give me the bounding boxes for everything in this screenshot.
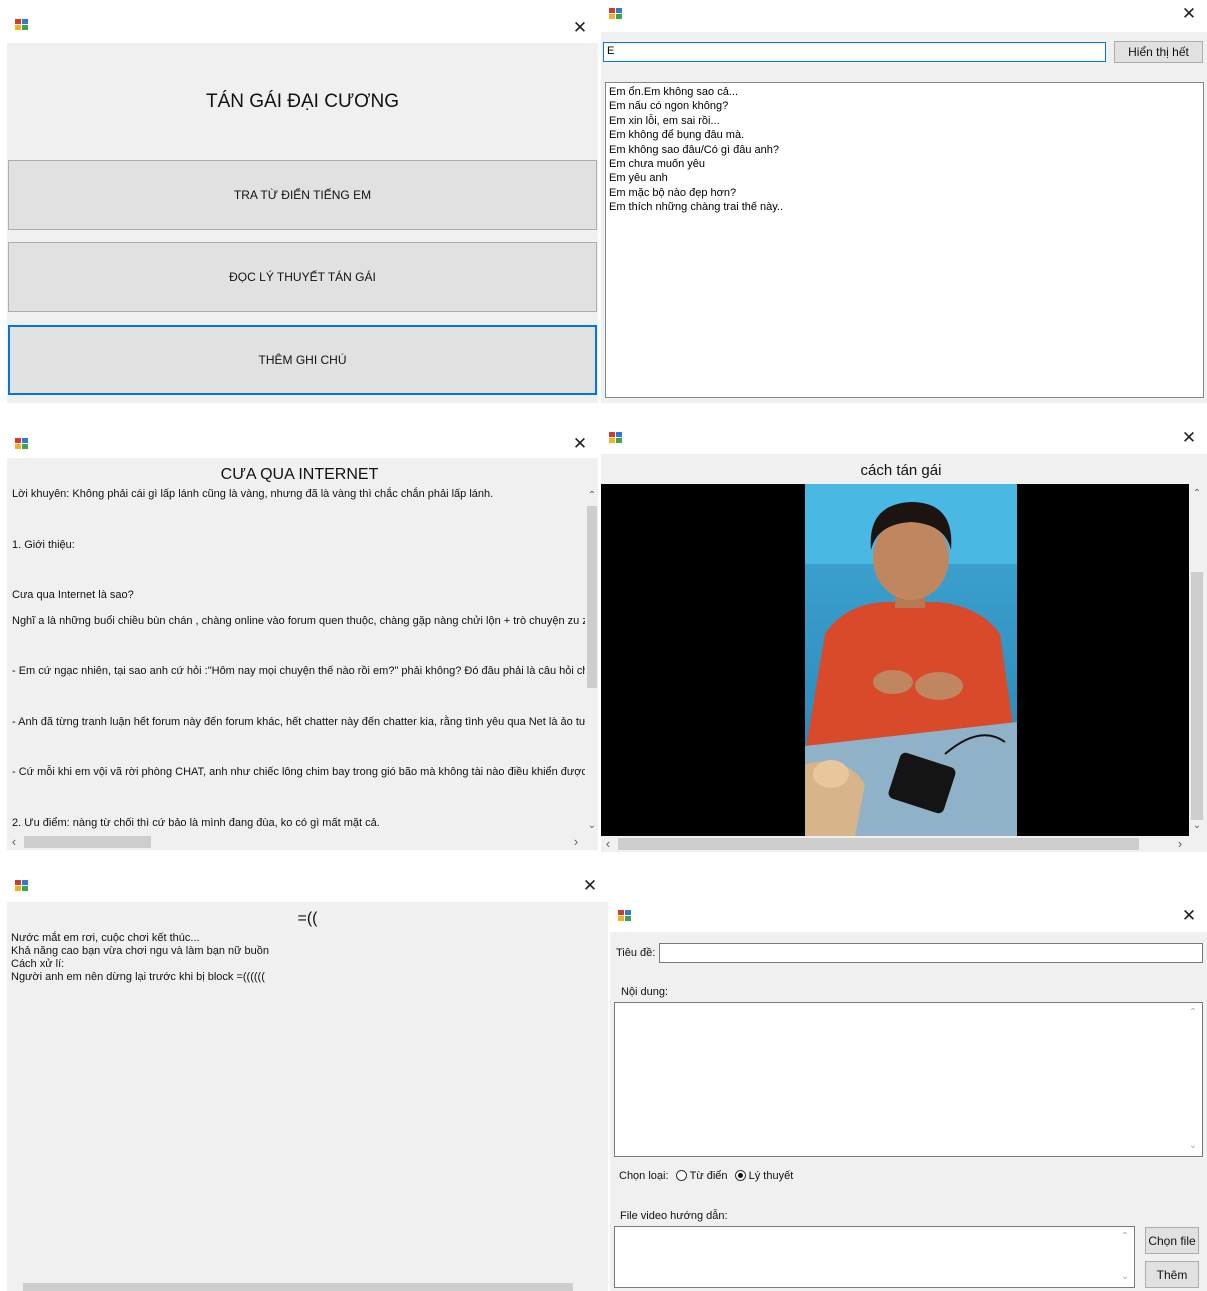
dictionary-button[interactable]: TRA TỪ ĐIỂN TIẾNG EM xyxy=(8,160,597,230)
article-line: - Em cứ ngạc nhiên, tại sao anh cứ hỏi :… xyxy=(12,665,587,677)
scroll-up-icon[interactable]: ⌃ xyxy=(585,490,598,502)
close-icon[interactable]: ✕ xyxy=(1179,428,1199,448)
scroll-thumb[interactable] xyxy=(24,836,151,848)
scroll-down-icon[interactable]: ⌄ xyxy=(585,820,598,832)
title-bar: ✕ xyxy=(7,7,598,43)
list-item[interactable]: Em xin lỗi, em sai rồi... xyxy=(609,114,1200,128)
title-bar: ✕ xyxy=(601,0,1207,32)
scroll-up-icon[interactable]: ⌃ xyxy=(1190,488,1204,500)
close-icon[interactable]: ✕ xyxy=(570,18,590,38)
page-title: TÁN GÁI ĐẠI CƯƠNG xyxy=(206,91,399,112)
title-label: Tiêu đề: xyxy=(616,947,656,959)
scroll-thumb[interactable] xyxy=(23,1283,573,1291)
title-bar: ✕ xyxy=(601,426,1207,454)
title-bar: ✕ xyxy=(7,426,598,458)
scroll-thumb[interactable] xyxy=(587,506,597,688)
app-icon xyxy=(15,880,29,892)
list-item[interactable]: Em thích những chàng trai thế này.. xyxy=(609,200,1200,214)
scroll-right-icon[interactable]: › xyxy=(569,835,583,848)
result-line: Khả năng cao bạn vừa chơi ngu và làm bạn… xyxy=(11,945,270,957)
horizontal-scrollbar[interactable]: ‹ › xyxy=(7,834,585,850)
video-file-label: File video hướng dẫn: xyxy=(620,1210,728,1222)
scroll-down-icon[interactable]: ⌄ xyxy=(1186,1140,1200,1152)
title-input[interactable] xyxy=(659,943,1203,963)
article-line: Lời khuyên: Không phải cái gì lấp lánh c… xyxy=(12,488,494,500)
scroll-up-icon[interactable]: ⌃ xyxy=(1118,1231,1132,1243)
scroll-down-icon[interactable]: ⌄ xyxy=(1118,1271,1132,1283)
article-line: Cưa qua Internet là sao? xyxy=(12,589,134,601)
video-window: ✕ cách tán gái ⌃ ⌄ ‹ › xyxy=(601,426,1207,852)
video-file-input[interactable]: ⌃ ⌄ xyxy=(614,1226,1135,1288)
close-icon[interactable]: ✕ xyxy=(570,434,590,454)
add-note-button[interactable]: THÊM GHI CHÚ xyxy=(8,325,597,395)
search-input[interactable]: E xyxy=(603,42,1106,62)
article-line: 1. Giới thiệu: xyxy=(12,539,75,551)
show-all-button[interactable]: Hiển thị hết xyxy=(1114,41,1203,63)
title-bar: ✕ xyxy=(7,870,608,902)
app-icon xyxy=(609,432,623,444)
radio-dictionary[interactable] xyxy=(675,1170,687,1181)
article-line: - Anh đã từng tranh luận hết forum này đ… xyxy=(12,716,587,728)
app-icon xyxy=(609,8,623,20)
add-button[interactable]: Thêm xyxy=(1145,1261,1199,1288)
app-icon xyxy=(618,910,632,922)
article-line: - Cứ mỗi khi em vội vã rời phòng CHAT, a… xyxy=(12,766,587,778)
article-window: ✕ CƯA QUA INTERNET Lời khuyên: Không phả… xyxy=(7,426,598,850)
close-icon[interactable]: ✕ xyxy=(580,876,600,896)
option-theory-label: Lý thuyết xyxy=(748,1170,794,1182)
option-dictionary-label: Từ điển xyxy=(689,1170,728,1182)
list-item[interactable]: Em không để bụng đâu mà. xyxy=(609,128,1200,142)
app-icon xyxy=(15,438,29,450)
list-item[interactable]: Em không sao đâu/Có gì đâu anh? xyxy=(609,143,1200,157)
content-label: Nội dung: xyxy=(621,986,669,998)
add-note-window: ✕ Tiêu đề: Nội dung: ⌃ ⌄ Chọn loại: Từ đ… xyxy=(610,900,1207,1291)
article-title: CƯA QUA INTERNET xyxy=(220,466,379,483)
result-line: Nước mắt em rơi, cuộc chơi kết thúc... xyxy=(11,932,200,944)
scroll-up-icon[interactable]: ⌃ xyxy=(1186,1007,1200,1019)
article-body[interactable]: Lời khuyên: Không phải cái gì lấp lánh c… xyxy=(7,486,587,836)
result-line: Người anh em nên dừng lại trước khi bị b… xyxy=(11,971,265,983)
result-title: =(( xyxy=(297,910,318,927)
scroll-left-icon[interactable]: ‹ xyxy=(7,835,21,848)
vertical-scrollbar[interactable]: ⌃ ⌄ xyxy=(585,486,598,836)
search-value: E xyxy=(607,45,615,57)
list-item[interactable]: Em mặc bộ nào đẹp hơn? xyxy=(609,186,1200,200)
main-menu-window: ✕ TÁN GÁI ĐẠI CƯƠNG TRA TỪ ĐIỂN TIẾNG EM… xyxy=(7,7,598,403)
phrase-list[interactable]: Em ổn.Em không sao cả... Em nấu có ngon … xyxy=(605,82,1204,398)
close-icon[interactable]: ✕ xyxy=(1179,4,1199,24)
scroll-down-icon[interactable]: ⌄ xyxy=(1190,820,1204,832)
list-item[interactable]: Em nấu có ngon không? xyxy=(609,99,1200,113)
scroll-thumb[interactable] xyxy=(1191,572,1203,820)
type-label: Chọn loại: xyxy=(619,1170,669,1182)
scroll-right-icon[interactable]: › xyxy=(1173,837,1187,850)
video-player[interactable] xyxy=(601,484,1189,836)
article-line: Nghĩ a là những buổi chiều bùn chán , ch… xyxy=(12,615,587,627)
theory-button[interactable]: ĐỌC LÝ THUYẾT TÁN GÁI xyxy=(8,242,597,312)
video-title: cách tán gái xyxy=(860,462,942,479)
result-line: Cách xử lí: xyxy=(11,958,65,970)
list-item[interactable]: Em ổn.Em không sao cả... xyxy=(609,85,1200,99)
list-item[interactable]: Em yêu anh xyxy=(609,171,1200,185)
result-window: ✕ =(( Nước mắt em rơi, cuộc chơi kết thú… xyxy=(7,870,608,1291)
horizontal-scrollbar[interactable] xyxy=(7,1282,597,1291)
app-icon xyxy=(15,19,29,31)
list-item[interactable]: Em chưa muốn yêu xyxy=(609,157,1200,171)
radio-theory[interactable] xyxy=(734,1170,746,1181)
title-bar: ✕ xyxy=(610,900,1207,932)
vertical-scrollbar[interactable]: ⌃ ⌄ xyxy=(1189,484,1205,836)
content-input[interactable]: ⌃ ⌄ xyxy=(614,1002,1203,1157)
type-selector: Chọn loại: Từ điển Lý thuyết xyxy=(619,1170,793,1182)
scroll-thumb[interactable] xyxy=(618,838,1139,850)
horizontal-scrollbar[interactable]: ‹ › xyxy=(601,836,1189,852)
close-icon[interactable]: ✕ xyxy=(1179,906,1199,926)
video-frame xyxy=(805,484,1017,836)
scroll-left-icon[interactable]: ‹ xyxy=(601,837,615,850)
choose-file-button[interactable]: Chọn file xyxy=(1145,1227,1199,1254)
dictionary-window: ✕ E Hiển thị hết Em ổn.Em không sao cả..… xyxy=(601,0,1207,403)
article-line: 2. Ưu điểm: nàng từ chối thì cứ bảo là m… xyxy=(12,817,380,829)
